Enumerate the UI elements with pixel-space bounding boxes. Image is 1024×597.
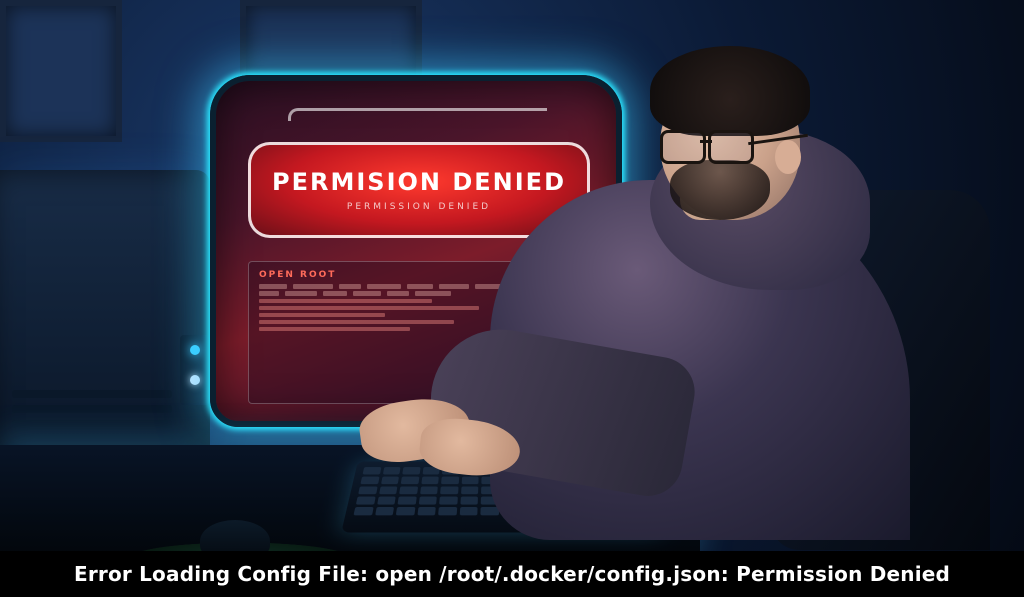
wall-frame <box>0 0 122 142</box>
side-panel <box>180 335 210 405</box>
illustration-scene: PERMISION DENIED PERMISSION DENIED OPEN … <box>0 0 1024 597</box>
glasses-icon <box>660 130 750 160</box>
computer-tower <box>0 170 210 460</box>
caption-text: Error Loading Config File: open /root/.d… <box>74 562 950 586</box>
wall-frame <box>240 0 422 82</box>
caption-bar: Error Loading Config File: open /root/.d… <box>0 551 1024 597</box>
person <box>430 40 990 560</box>
